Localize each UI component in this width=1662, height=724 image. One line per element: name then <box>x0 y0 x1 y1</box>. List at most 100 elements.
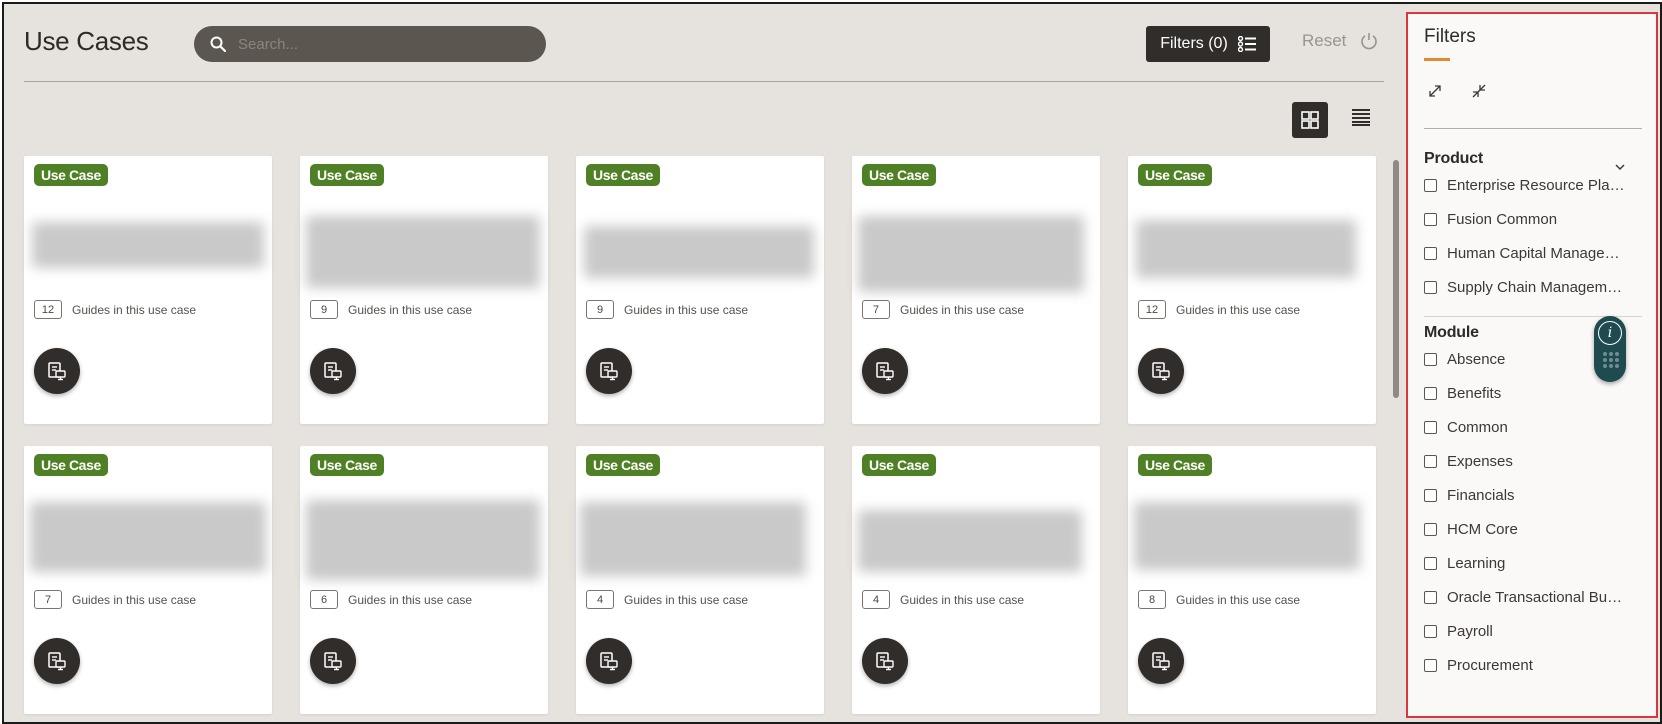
guide-desktop-icon <box>875 651 895 671</box>
checkbox[interactable] <box>1424 213 1437 226</box>
expand-icon <box>1429 85 1441 97</box>
filters-button[interactable]: Filters (0) <box>1146 26 1270 62</box>
blurred-card-title <box>32 222 264 268</box>
blurred-card-title <box>858 510 1082 572</box>
filter-item[interactable]: Fusion Common <box>1424 211 1557 228</box>
checkbox[interactable] <box>1424 489 1437 502</box>
filter-item[interactable]: Expenses <box>1424 453 1513 470</box>
blurred-card-title <box>580 502 806 576</box>
filter-item[interactable]: HCM Core <box>1424 521 1518 538</box>
collapse-all-button[interactable] <box>1472 84 1486 103</box>
filter-item[interactable]: Supply Chain Management <box>1424 279 1627 296</box>
guide-desktop-icon <box>599 361 619 381</box>
guide-count-label: Guides in this use case <box>624 592 749 607</box>
app-frame: Use Cases Filters (0) Reset <box>2 2 1662 724</box>
filter-item[interactable]: Human Capital Managem... <box>1424 245 1627 262</box>
use-case-card[interactable]: Use Case 4 Guides in this use case <box>576 446 824 714</box>
guide-launch-button[interactable] <box>1138 348 1184 394</box>
filter-item[interactable]: Absence <box>1424 351 1505 368</box>
use-case-card[interactable]: Use Case 9 Guides in this use case <box>576 156 824 424</box>
list-view-icon <box>1352 109 1370 126</box>
filter-item[interactable]: Procurement <box>1424 657 1533 674</box>
guide-launch-button[interactable] <box>310 638 356 684</box>
guide-count-label: Guides in this use case <box>72 592 197 607</box>
grid-view-button[interactable] <box>1292 102 1328 138</box>
filter-item[interactable]: Learning <box>1424 555 1505 572</box>
checkbox[interactable] <box>1424 421 1437 434</box>
info-icon[interactable]: i <box>1598 321 1622 345</box>
filter-list-icon <box>1237 36 1256 52</box>
checkbox[interactable] <box>1424 353 1437 366</box>
guide-desktop-icon <box>1151 651 1171 671</box>
guide-launch-button[interactable] <box>34 638 80 684</box>
scrollbar-thumb[interactable] <box>1393 160 1399 398</box>
use-case-badge: Use Case <box>586 454 660 476</box>
filter-item[interactable]: Enterprise Resource Plan... <box>1424 177 1627 194</box>
use-case-card[interactable]: Use Case 7 Guides in this use case <box>24 446 272 714</box>
expand-all-button[interactable] <box>1428 84 1442 103</box>
guide-launch-button[interactable] <box>862 638 908 684</box>
product-collapse-toggle[interactable] <box>1614 158 1626 176</box>
checkbox[interactable] <box>1424 523 1437 536</box>
use-case-badge: Use Case <box>310 164 384 186</box>
search-bar[interactable] <box>194 26 546 62</box>
guide-count: 12 <box>34 300 62 319</box>
checkbox[interactable] <box>1424 625 1437 638</box>
checkbox[interactable] <box>1424 281 1437 294</box>
checkbox[interactable] <box>1424 557 1437 570</box>
use-case-badge: Use Case <box>586 164 660 186</box>
guide-launch-button[interactable] <box>586 348 632 394</box>
use-case-card[interactable]: Use Case 12 Guides in this use case <box>1128 156 1376 424</box>
blurred-card-title <box>858 216 1084 292</box>
filter-item[interactable]: Oracle Transactional Busi... <box>1424 589 1627 606</box>
use-case-card[interactable]: Use Case 6 Guides in this use case <box>300 446 548 714</box>
guide-launch-button[interactable] <box>1138 638 1184 684</box>
guide-count-label: Guides in this use case <box>900 302 1025 317</box>
filter-item[interactable]: Common <box>1424 419 1508 436</box>
collapse-icon <box>1472 84 1486 98</box>
checkbox[interactable] <box>1424 179 1437 192</box>
use-case-badge: Use Case <box>862 454 936 476</box>
page-title: Use Cases <box>24 26 149 56</box>
help-widget[interactable]: i <box>1594 316 1626 382</box>
filter-item-label: Financials <box>1447 487 1515 504</box>
guide-count-label: Guides in this use case <box>72 302 197 317</box>
guide-desktop-icon <box>323 651 343 671</box>
checkbox[interactable] <box>1424 387 1437 400</box>
guide-launch-button[interactable] <box>34 348 80 394</box>
filter-item[interactable]: Financials <box>1424 487 1515 504</box>
blurred-card-title <box>306 500 540 580</box>
filter-item[interactable]: Payroll <box>1424 623 1493 640</box>
use-case-card[interactable]: Use Case 4 Guides in this use case <box>852 446 1100 714</box>
checkbox[interactable] <box>1424 591 1437 604</box>
filters-title-underline <box>1424 58 1450 61</box>
use-case-card[interactable]: Use Case 7 Guides in this use case <box>852 156 1100 424</box>
blurred-card-title <box>306 216 540 288</box>
guide-launch-button[interactable] <box>586 638 632 684</box>
guide-count-row: 7 Guides in this use case <box>34 590 196 609</box>
filter-item-label: Human Capital Managem... <box>1447 245 1627 262</box>
guide-desktop-icon <box>1151 361 1171 381</box>
filter-item[interactable]: Benefits <box>1424 385 1501 402</box>
filter-group-product-title: Product <box>1424 150 1484 167</box>
guide-count: 7 <box>862 300 890 319</box>
filter-item-label: HCM Core <box>1447 521 1518 538</box>
guide-count-label: Guides in this use case <box>348 302 473 317</box>
checkbox[interactable] <box>1424 247 1437 260</box>
search-input[interactable] <box>236 34 520 54</box>
guide-launch-button[interactable] <box>862 348 908 394</box>
guide-launch-button[interactable] <box>310 348 356 394</box>
filters-panel-title: Filters <box>1424 26 1476 47</box>
keypad-icon[interactable] <box>1603 352 1619 374</box>
blurred-card-title <box>584 226 814 278</box>
use-case-card[interactable]: Use Case 12 Guides in this use case <box>24 156 272 424</box>
reset-button[interactable]: Reset <box>1302 31 1378 51</box>
use-case-card[interactable]: Use Case 8 Guides in this use case <box>1128 446 1376 714</box>
use-case-card[interactable]: Use Case 9 Guides in this use case <box>300 156 548 424</box>
use-case-badge: Use Case <box>862 164 936 186</box>
use-case-badge: Use Case <box>1138 454 1212 476</box>
checkbox[interactable] <box>1424 455 1437 468</box>
list-view-button[interactable] <box>1352 108 1370 131</box>
guide-count-row: 9 Guides in this use case <box>310 300 472 319</box>
checkbox[interactable] <box>1424 659 1437 672</box>
